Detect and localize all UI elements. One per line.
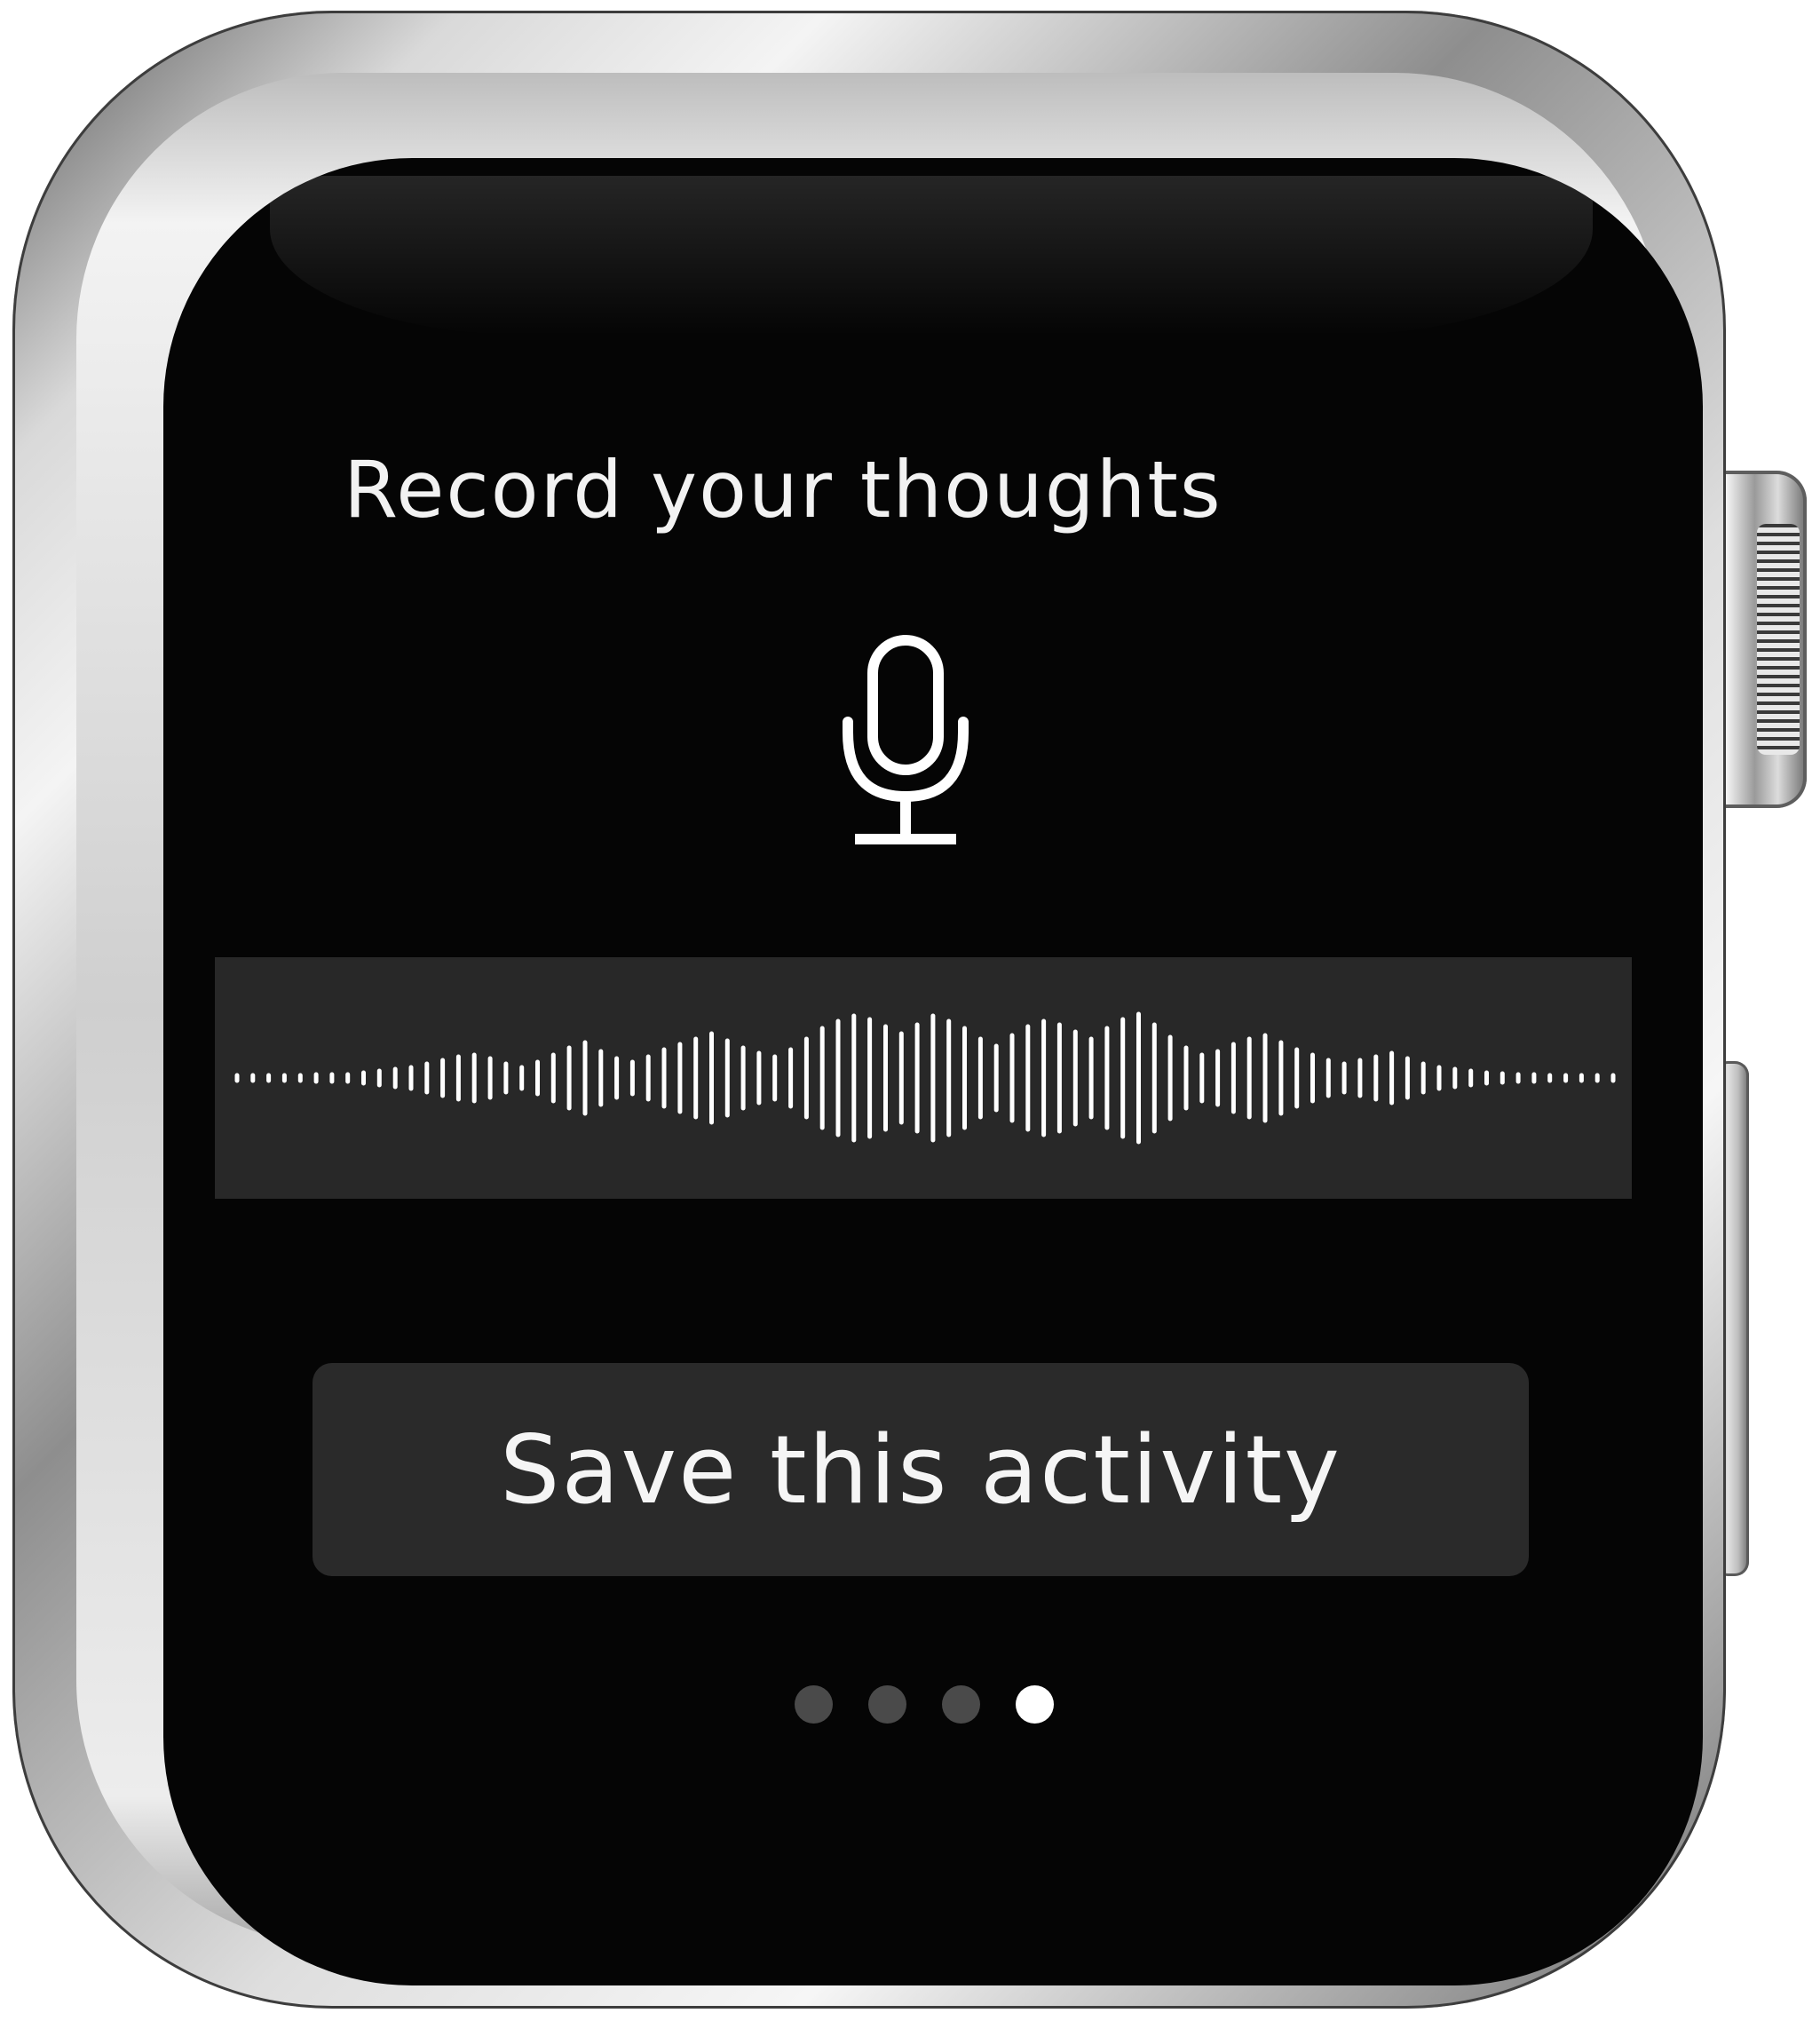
watch-device: Record your thoughts Save this activity (0, 0, 1820, 2021)
microphone-icon[interactable] (839, 635, 972, 848)
save-button-label: Save this activity (500, 1415, 1341, 1525)
save-activity-button[interactable]: Save this activity (313, 1363, 1529, 1576)
page-dot[interactable] (942, 1685, 980, 1724)
page-dot-active[interactable] (1016, 1685, 1054, 1724)
page-indicator (795, 1685, 1054, 1724)
waveform-panel (215, 957, 1632, 1199)
page-dot[interactable] (868, 1685, 906, 1724)
crown-ridges (1757, 524, 1800, 755)
audio-waveform (234, 1011, 1616, 1145)
screen-title: Record your thoughts (344, 444, 1223, 535)
page-dot[interactable] (795, 1685, 833, 1724)
